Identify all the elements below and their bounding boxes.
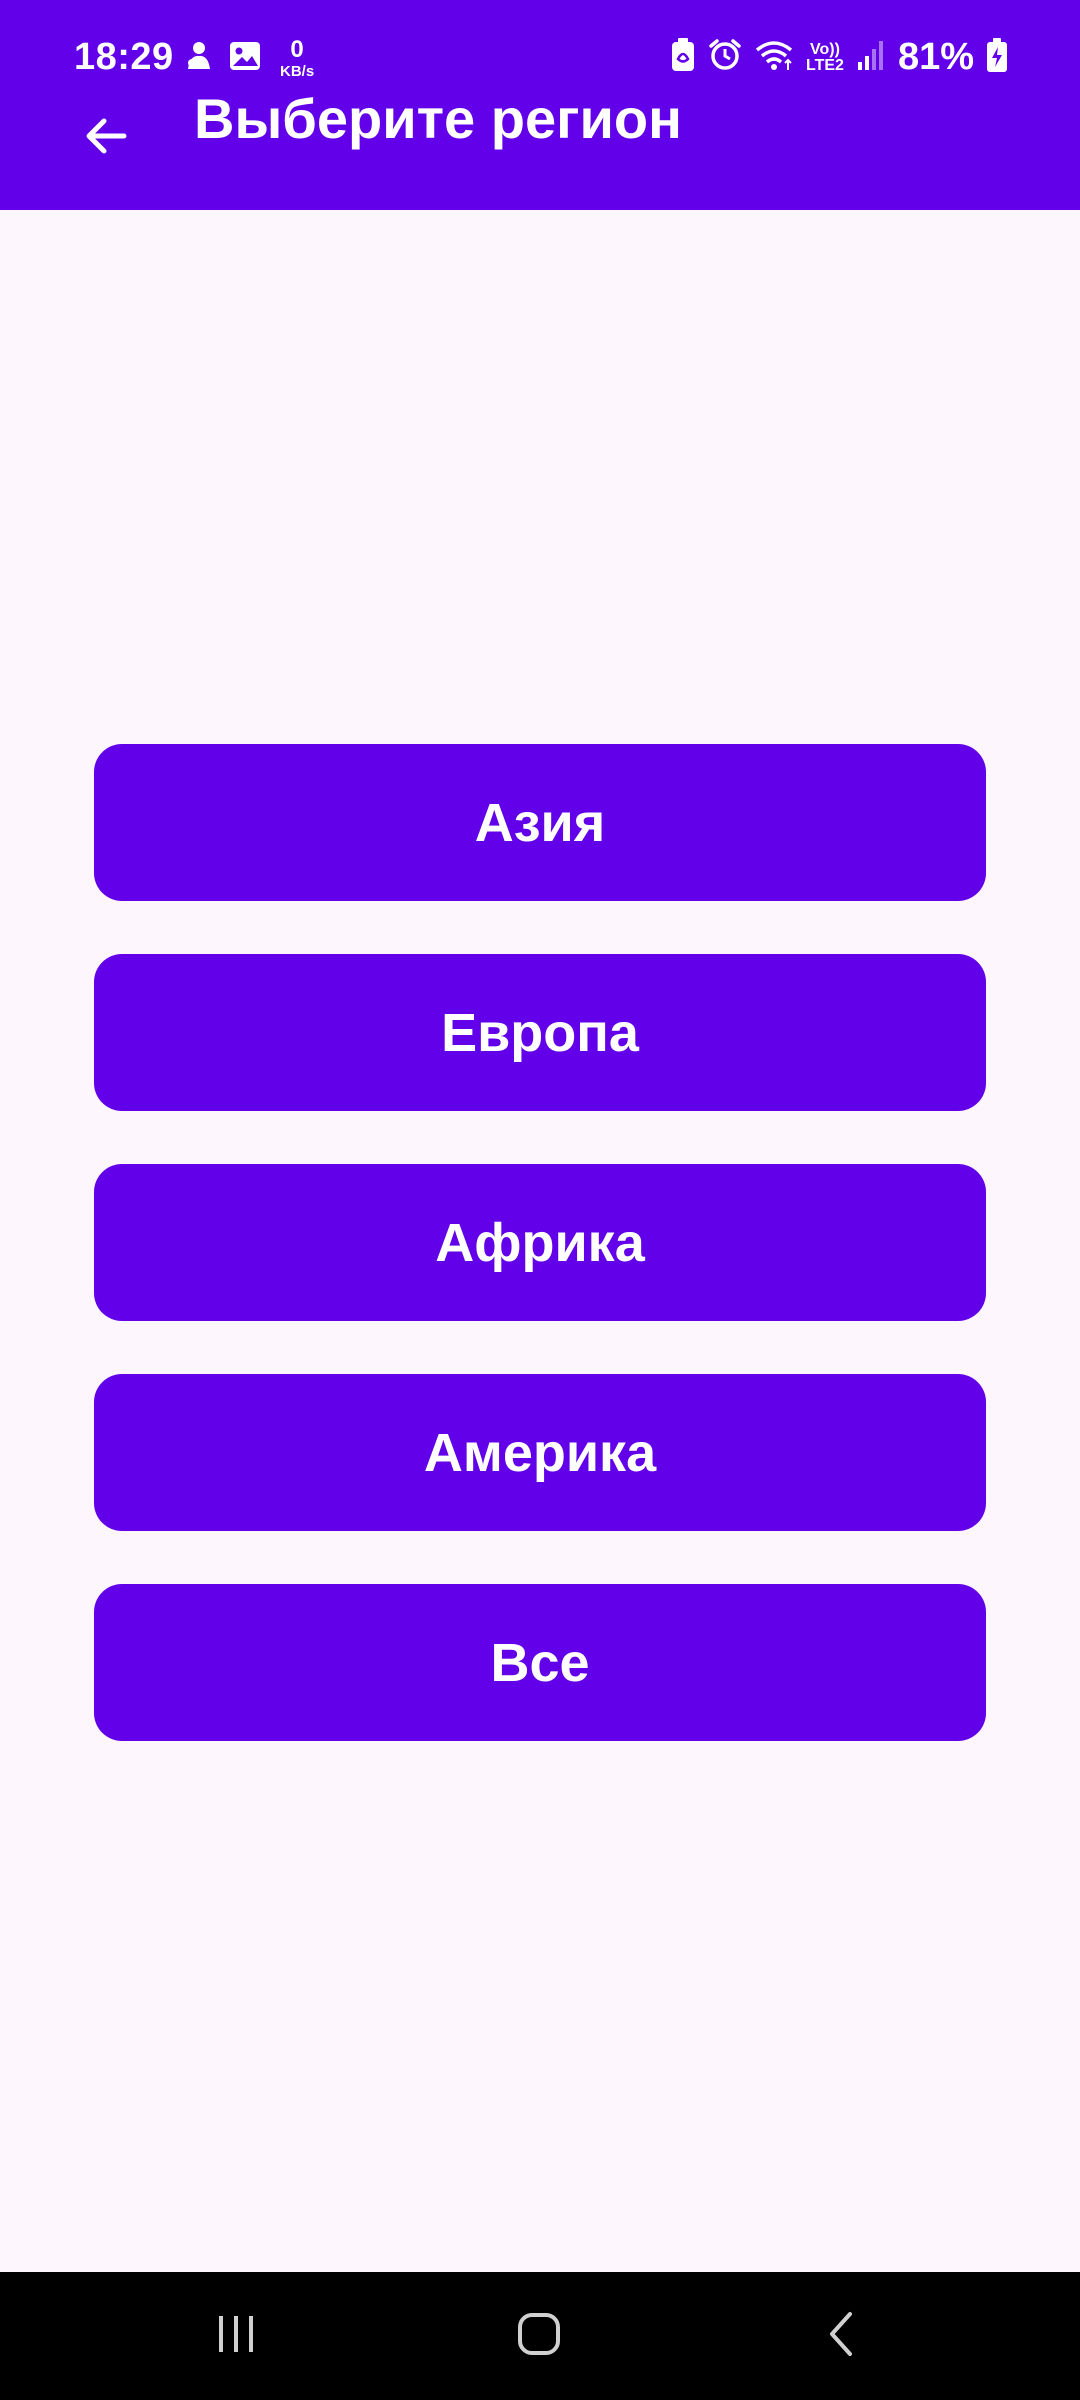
- network-speed-unit: KB/s: [280, 63, 315, 80]
- volte-indicator: Vo)) LTE2: [806, 40, 844, 74]
- home-icon: [516, 2311, 562, 2362]
- network-speed-value: 0: [290, 36, 304, 63]
- status-right-icons: Vo)) LTE2 81%: [670, 36, 1008, 79]
- region-button-europe[interactable]: Европа: [94, 954, 986, 1111]
- battery-charging-icon: [986, 37, 1008, 78]
- status-left-icons: 0 KB/s: [184, 38, 314, 79]
- region-list: Азия Европа Африка Америка Все: [0, 210, 1080, 2272]
- alarm-icon: [708, 38, 742, 77]
- gallery-icon: [228, 39, 262, 78]
- recents-button[interactable]: [181, 2296, 291, 2376]
- signal-icon: [856, 38, 886, 77]
- region-button-america[interactable]: Америка: [94, 1374, 986, 1531]
- back-icon: [822, 2310, 862, 2363]
- battery-percent: 81%: [897, 36, 974, 78]
- arrow-back-icon: [82, 112, 130, 165]
- notification-app-icon: [184, 39, 214, 78]
- recents-icon: [214, 2312, 258, 2361]
- app-bar: Выберите регион: [0, 88, 1080, 210]
- region-button-asia[interactable]: Азия: [94, 744, 986, 901]
- region-button-africa[interactable]: Африка: [94, 1164, 986, 1321]
- lte-label: LTE2: [806, 56, 844, 74]
- home-button[interactable]: [484, 2296, 594, 2376]
- system-navigation-bar: [0, 2272, 1080, 2400]
- wifi-icon: [754, 38, 794, 77]
- back-button[interactable]: [66, 98, 146, 178]
- network-speed: 0 KB/s: [280, 36, 315, 80]
- status-time: 18:29: [74, 36, 174, 78]
- page-title: Выберите регион: [194, 87, 682, 150]
- battery-saver-icon: [670, 37, 696, 78]
- region-button-all[interactable]: Все: [94, 1584, 986, 1741]
- nav-back-button[interactable]: [787, 2296, 897, 2376]
- volte-label: Vo)): [810, 40, 840, 58]
